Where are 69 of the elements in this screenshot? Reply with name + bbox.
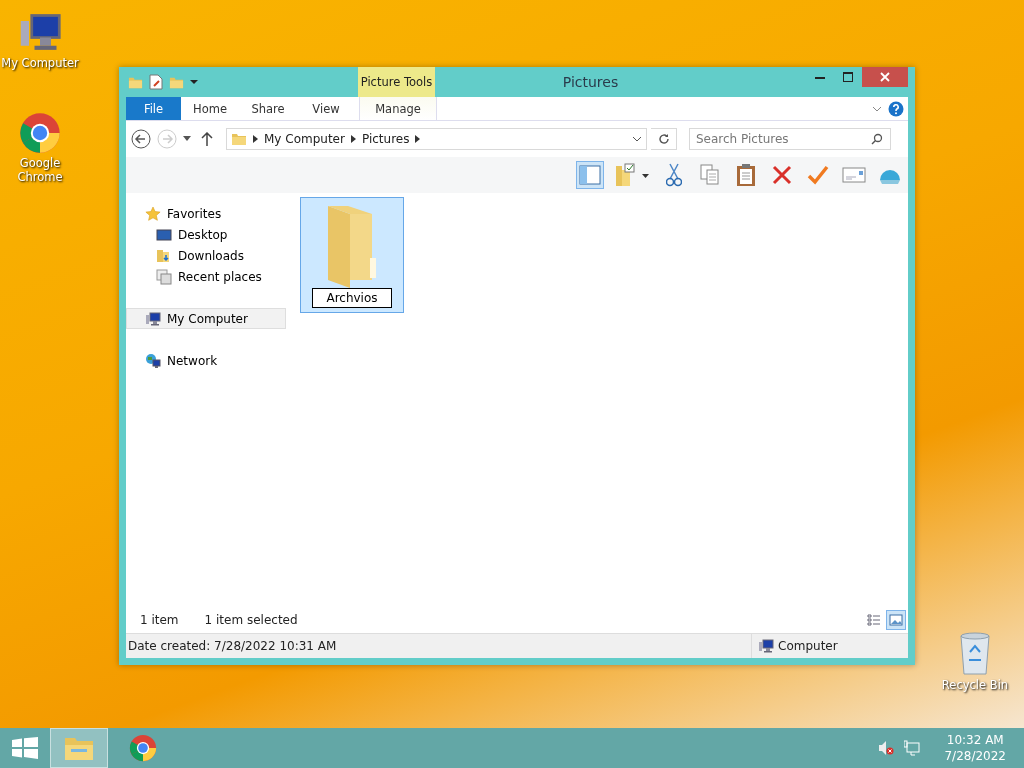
recent-locations-arrow-icon[interactable] (182, 136, 192, 142)
large-icons-view-icon (889, 614, 903, 626)
scissors-icon (666, 163, 682, 187)
windows-logo-icon (12, 737, 38, 759)
selection-count: 1 item selected (204, 613, 298, 627)
start-button[interactable] (12, 737, 38, 759)
address-dropdown-icon[interactable] (632, 136, 642, 142)
folder-check-dropdown-icon (614, 163, 650, 187)
breadcrumb[interactable]: Pictures (361, 132, 410, 146)
breadcrumb-arrow-icon[interactable] (415, 135, 421, 143)
refresh-icon (657, 133, 670, 145)
muted-speaker-icon[interactable] (878, 740, 895, 756)
item-count: 1 item (140, 613, 179, 627)
dropdown-arrow-icon[interactable] (190, 78, 198, 86)
clock-time: 10:32 AM (946, 732, 1004, 748)
minimize-icon (815, 75, 825, 79)
browser-icon (19, 112, 61, 154)
up-arrow-icon (201, 132, 213, 146)
new-document-icon (149, 74, 163, 90)
search-icon (871, 133, 883, 145)
computer-icon (145, 310, 161, 327)
context-tab-label: Picture Tools (358, 67, 435, 97)
location-folder-icon (231, 131, 247, 147)
clipboard-icon (736, 163, 756, 187)
maximize-icon (843, 72, 853, 82)
ribbon-tab[interactable]: Home (181, 97, 239, 120)
browser-icon (129, 734, 157, 762)
back-button[interactable] (130, 128, 152, 150)
envelope-icon (842, 167, 866, 183)
details-view-icon (867, 614, 881, 626)
breadcrumb-arrow-icon[interactable] (253, 135, 258, 143)
ribbon-tab[interactable]: View (297, 97, 355, 120)
location-label: Computer (778, 639, 838, 653)
checkmark-icon (807, 165, 829, 185)
desktop-icon (156, 227, 172, 242)
nav-pane-item[interactable]: Downloads (126, 245, 286, 266)
network-icon[interactable] (904, 740, 921, 756)
delete-x-icon (772, 165, 792, 185)
help-icon[interactable] (888, 100, 904, 117)
breadcrumb[interactable]: My Computer (264, 132, 345, 146)
breadcrumb-arrow-icon[interactable] (350, 135, 356, 143)
nav-pane-item[interactable]: My Computer (126, 308, 286, 329)
address-bar[interactable]: My Computer Pictures (226, 128, 647, 150)
refresh-button[interactable] (651, 128, 677, 150)
search-field[interactable]: Search Pictures (689, 128, 891, 150)
close-button[interactable] (862, 67, 908, 87)
nav-pane-item[interactable]: Network (126, 350, 286, 371)
pane-layout-icon (579, 165, 601, 185)
window-title: Pictures (561, 73, 620, 92)
preview-pane-button[interactable] (576, 161, 604, 189)
ribbon-tab[interactable]: File (126, 97, 181, 120)
recent-places-icon (156, 268, 172, 285)
details-text: Date created: 7/28/2022 10:31 AM (128, 639, 337, 653)
close-icon (880, 72, 890, 82)
rename-field[interactable]: Archvios (312, 288, 392, 308)
nav-pane-item[interactable]: Recent places (126, 266, 286, 287)
computer-icon (758, 638, 774, 654)
star-icon (145, 205, 161, 222)
copy-icon (700, 164, 720, 186)
download-folder-icon (156, 247, 172, 264)
ribbon-tab[interactable]: Manage (359, 97, 437, 120)
ribbon-tab[interactable]: Share (239, 97, 297, 120)
nav-pane-item[interactable]: Desktop (126, 224, 286, 245)
nav-pane-item[interactable]: Favorites (126, 203, 286, 224)
network-icon (145, 352, 161, 369)
view-button[interactable] (886, 610, 906, 630)
folder-tile[interactable]: Archvios (300, 197, 404, 313)
expand-ribbon-icon[interactable] (872, 105, 882, 112)
clock-date: 7/28/2022 (944, 748, 1006, 764)
